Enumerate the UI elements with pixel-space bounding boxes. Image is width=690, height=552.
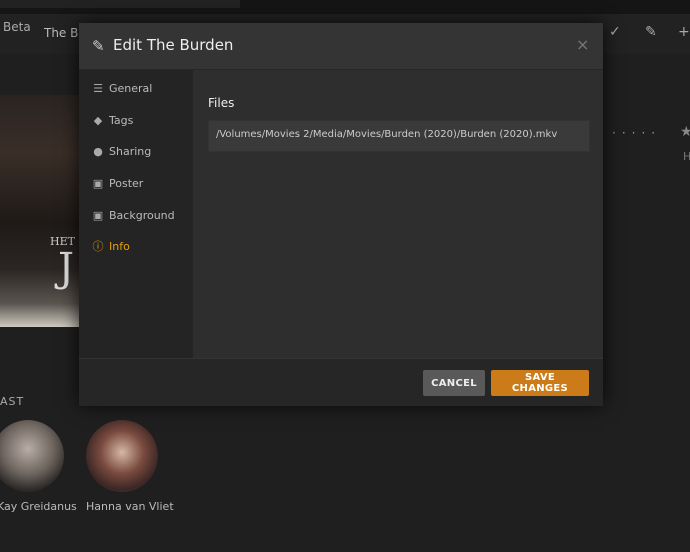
rating-label: H [683, 150, 690, 163]
add-icon[interactable]: + [678, 24, 690, 40]
sidebar-item-background[interactable]: ▣ Background [79, 203, 193, 231]
dialog-footer: CANCEL SAVE CHANGES [79, 358, 603, 406]
sidebar-item-label: Poster [109, 177, 144, 190]
sidebar-item-poster[interactable]: ▣ Poster [79, 171, 193, 199]
close-icon[interactable]: × [576, 35, 589, 54]
beta-label: Beta [3, 20, 31, 34]
dialog-title: Edit The Burden [113, 36, 234, 54]
file-path: /Volumes/Movies 2/Media/Movies/Burden (2… [216, 129, 558, 140]
sidebar-item-tags[interactable]: ◆ Tags [79, 108, 193, 136]
pencil-icon: ✎ [92, 37, 105, 55]
pencil-icon[interactable]: ✎ [645, 24, 657, 40]
file-path-field[interactable]: /Volumes/Movies 2/Media/Movies/Burden (2… [208, 120, 590, 152]
cast-name[interactable]: Kay Greidanus [0, 500, 77, 513]
star-icon[interactable]: ★ [680, 124, 690, 140]
sidebar-item-label: Background [109, 209, 175, 222]
list-icon: ☰ [93, 82, 103, 95]
save-changes-button[interactable]: SAVE CHANGES [491, 370, 589, 396]
files-heading: Files [208, 96, 235, 110]
sidebar-item-general[interactable]: ☰ General [79, 76, 193, 104]
dialog-sidebar: ☰ General ◆ Tags ● Sharing ▣ Poster ▣ Ba… [79, 70, 193, 358]
cancel-button[interactable]: CANCEL [423, 370, 485, 396]
edit-dialog: ✎ Edit The Burden × ☰ General ◆ Tags ● S… [79, 23, 603, 406]
movie-poster: HET J [0, 95, 82, 327]
users-icon: ● [93, 145, 103, 158]
tag-icon: ◆ [93, 114, 103, 127]
avatar[interactable] [0, 420, 64, 492]
sidebar-item-sharing[interactable]: ● Sharing [79, 139, 193, 167]
info-icon: ⓘ [92, 240, 104, 253]
cast-heading: AST [0, 395, 25, 408]
sidebar-item-label: General [109, 82, 153, 95]
poster-text-big: J [58, 245, 75, 291]
sidebar-item-label: Tags [109, 114, 134, 127]
cast-name[interactable]: Hanna van Vliet [86, 500, 174, 513]
check-circle-icon[interactable]: ✓ [609, 24, 621, 40]
image-icon: ▣ [92, 177, 104, 190]
avatar[interactable] [86, 420, 158, 492]
dialog-header: ✎ Edit The Burden × [79, 23, 603, 70]
sidebar-item-info[interactable]: ⓘ Info [79, 234, 193, 262]
top-bar [0, 0, 690, 14]
sidebar-item-label: Info [109, 240, 130, 253]
rating-dots[interactable]: ····· [612, 126, 661, 140]
image-icon: ▣ [92, 209, 104, 222]
dialog-content: Files /Volumes/Movies 2/Media/Movies/Bur… [193, 70, 603, 358]
sidebar-item-label: Sharing [109, 145, 152, 158]
